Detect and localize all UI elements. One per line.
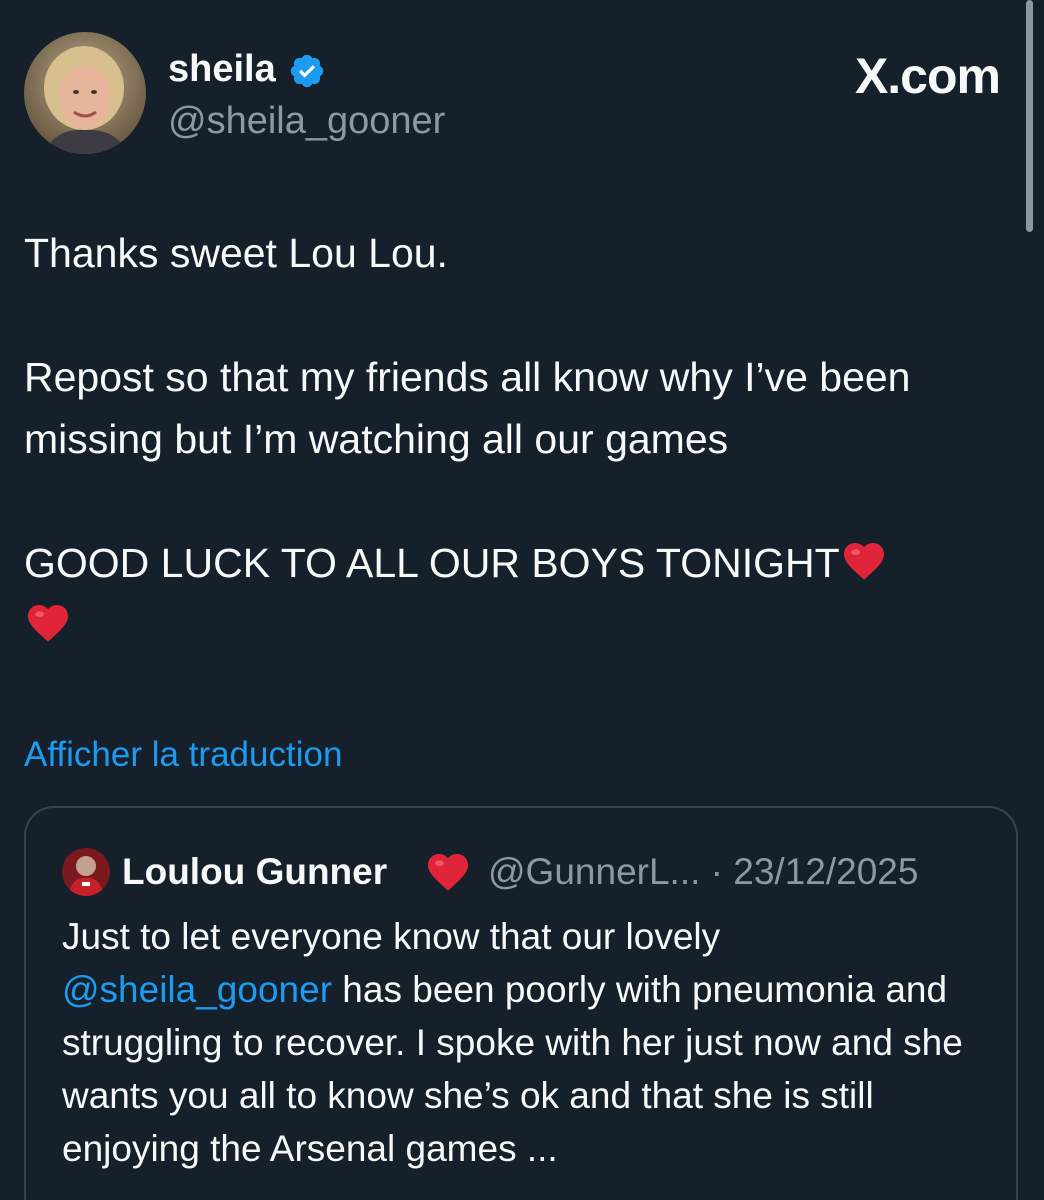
- red-heart-icon: [28, 605, 68, 642]
- tweet-paragraph: Repost so that my friends all know why I…: [24, 354, 911, 462]
- scrollbar[interactable]: [1026, 0, 1033, 232]
- quoted-tweet-meta: @GunnerL... · 23/12/2025: [488, 848, 918, 896]
- quoted-author-avatar[interactable]: [62, 848, 110, 896]
- author-handle[interactable]: @sheila_gooner: [168, 96, 445, 146]
- red-heart-icon: [428, 854, 468, 891]
- tweet-screenshot: sheila @sheila_gooner X.com Thanks sweet…: [0, 0, 1044, 1200]
- quoted-tweet-card[interactable]: Loulou Gunner @GunnerL... · 23/12/2025 J…: [24, 806, 1018, 1200]
- tweet-paragraph: Thanks sweet Lou Lou.: [24, 230, 448, 276]
- x-com-brand: X.com: [854, 48, 1001, 104]
- tweet-body: Thanks sweet Lou Lou. Repost so that my …: [24, 222, 994, 656]
- show-translation-link[interactable]: Afficher la traduction: [24, 732, 342, 778]
- tweet-paragraph-text: GOOD LUCK TO ALL OUR BOYS TONIGHT: [24, 540, 840, 586]
- quoted-text-part: Just to let everyone know that our lovel…: [62, 916, 721, 957]
- quoted-author-name[interactable]: Loulou Gunner: [122, 848, 387, 896]
- verified-badge-icon: [290, 54, 324, 88]
- quoted-tweet-body: Just to let everyone know that our lovel…: [62, 910, 992, 1175]
- quoted-tweet-date[interactable]: 23/12/2025: [733, 851, 918, 892]
- quoted-author-handle[interactable]: @GunnerL...: [488, 851, 700, 892]
- red-heart-icon: [843, 543, 884, 580]
- author-display-name[interactable]: sheila: [168, 44, 276, 94]
- author-avatar[interactable]: [24, 32, 146, 154]
- meta-separator: ·: [710, 851, 723, 892]
- tweet-paragraph: GOOD LUCK TO ALL OUR BOYS TONIGHT: [24, 532, 994, 656]
- mention-link[interactable]: @sheila_gooner: [62, 969, 332, 1010]
